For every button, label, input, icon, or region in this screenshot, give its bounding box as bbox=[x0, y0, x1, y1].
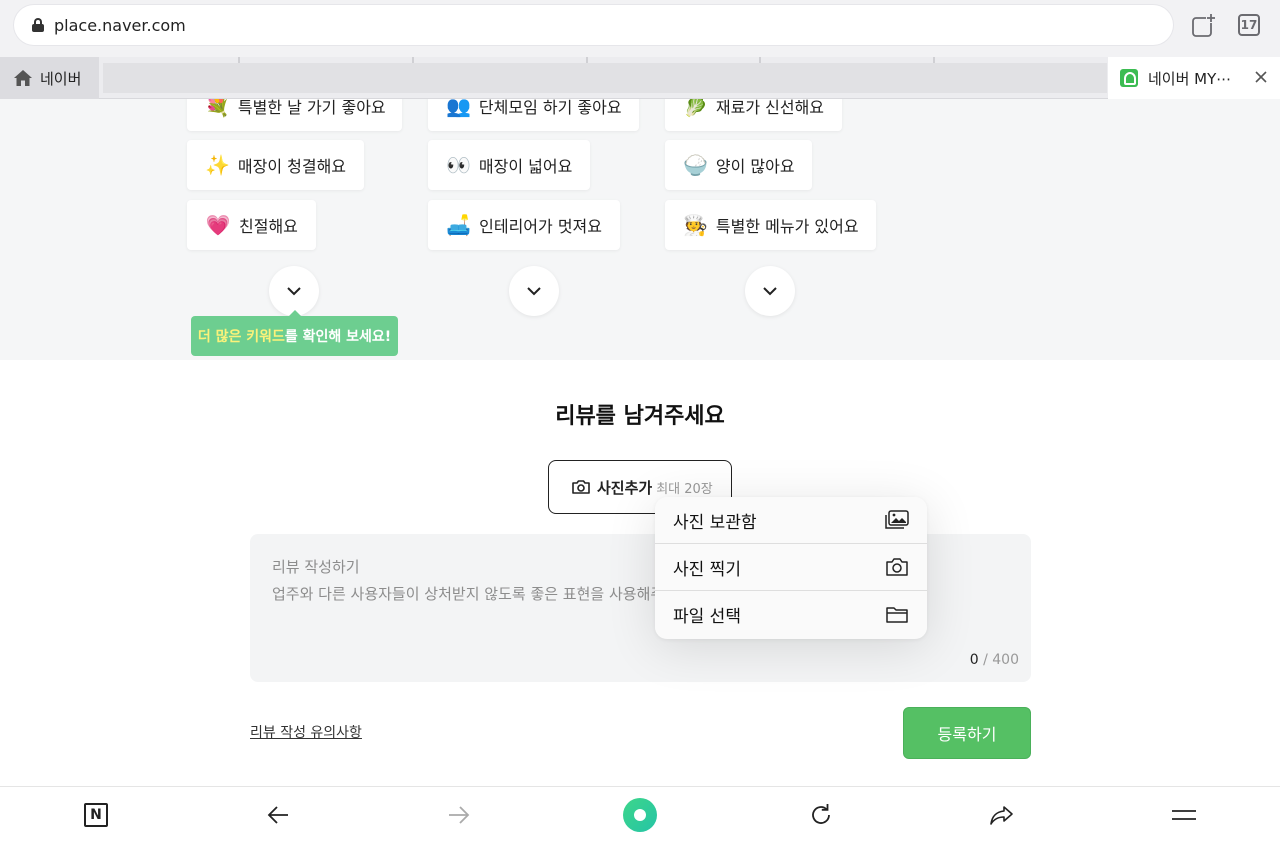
keyword-label: 재료가 신선해요 bbox=[715, 99, 825, 117]
char-max: / 400 bbox=[983, 652, 1019, 668]
keyword-chip[interactable]: 👥 단체모임 하기 좋아요 bbox=[428, 99, 639, 131]
active-tab-title: 네이버 MY⋯ bbox=[1148, 69, 1232, 88]
active-tab[interactable]: 네이버 MY⋯ bbox=[1108, 57, 1280, 99]
char-count: 0 bbox=[969, 652, 979, 668]
keyword-label: 단체모임 하기 좋아요 bbox=[478, 99, 622, 117]
more-keywords-button[interactable] bbox=[745, 266, 795, 316]
keyword-chip[interactable]: ✨ 매장이 청결해요 bbox=[187, 140, 364, 190]
address-bar: place.naver.com 17 bbox=[0, 0, 1280, 57]
hamburger-icon bbox=[1172, 810, 1196, 820]
add-photo-label: 사진추가 bbox=[597, 478, 653, 497]
back-button[interactable] bbox=[253, 787, 303, 842]
more-keywords-button[interactable] bbox=[509, 266, 559, 316]
tab-placeholder-area bbox=[103, 57, 1107, 93]
arrow-right-icon bbox=[449, 806, 470, 824]
home-tab[interactable]: 네이버 bbox=[0, 57, 99, 99]
keyword-label: 매장이 넓어요 bbox=[478, 157, 573, 176]
menu-item-label: 사진 찍기 bbox=[673, 559, 741, 580]
refresh-button[interactable] bbox=[796, 787, 846, 842]
keyword-label: 특별한 메뉴가 있어요 bbox=[715, 217, 859, 236]
keyword-section: 💐 특별한 날 가기 좋아요 ✨ 매장이 청결해요 💗 친절해요 👥 단체모임 … bbox=[0, 99, 1280, 360]
photo-source-menu: 사진 보관함 사진 찍기 파일 선택 bbox=[655, 497, 927, 639]
naver-n-icon: N bbox=[84, 803, 108, 827]
chevron-down-icon bbox=[527, 287, 541, 296]
forward-button[interactable] bbox=[434, 787, 484, 842]
heart-icon: 💗 bbox=[205, 213, 231, 237]
arrow-left-icon bbox=[267, 806, 288, 824]
tooltip-text: 를 확인해 보세요! bbox=[284, 329, 392, 345]
close-icon[interactable] bbox=[1254, 70, 1268, 84]
camera-icon bbox=[886, 558, 908, 576]
more-keywords-tooltip: 더 많은 키워드 를 확인해 보세요! bbox=[191, 310, 398, 356]
keyword-chip[interactable]: 🧑‍🍳 특별한 메뉴가 있어요 bbox=[665, 200, 876, 250]
home-icon bbox=[14, 70, 32, 86]
naver-my-favicon-icon bbox=[1120, 69, 1138, 87]
char-counter: 0 / 400 bbox=[970, 652, 1019, 668]
lock-icon bbox=[32, 18, 44, 32]
naver-home-button[interactable]: N bbox=[71, 787, 121, 842]
keyword-chip[interactable]: 🛋️ 인테리어가 멋져요 bbox=[428, 200, 620, 250]
keyword-chip[interactable]: 🍚 양이 많아요 bbox=[665, 140, 812, 190]
refresh-icon bbox=[812, 804, 830, 824]
folder-icon bbox=[886, 606, 908, 623]
keyword-chip[interactable]: 👀 매장이 넓어요 bbox=[428, 140, 590, 190]
rice-bowl-icon: 🍚 bbox=[683, 153, 708, 177]
people-icon: 👥 bbox=[446, 99, 471, 118]
couch-icon: 🛋️ bbox=[446, 213, 472, 237]
url-field[interactable]: place.naver.com bbox=[14, 5, 1173, 45]
menu-item-label: 파일 선택 bbox=[673, 607, 741, 627]
menu-button[interactable] bbox=[1159, 787, 1209, 842]
submit-review-button[interactable]: 등록하기 bbox=[903, 707, 1031, 759]
tooltip-highlight: 더 많은 키워드 bbox=[197, 329, 285, 345]
keyword-chip[interactable]: 💐 특별한 날 가기 좋아요 bbox=[187, 99, 402, 131]
home-tab-label: 네이버 bbox=[40, 69, 82, 88]
keyword-label: 특별한 날 가기 좋아요 bbox=[237, 99, 386, 117]
new-tab-icon[interactable] bbox=[1192, 13, 1216, 37]
share-arrow-icon bbox=[990, 806, 1013, 825]
tab-strip: 네이버 네이버 MY⋯ bbox=[0, 57, 1280, 99]
keyword-label: 친절해요 bbox=[239, 217, 298, 236]
menu-item-photo-library[interactable]: 사진 보관함 bbox=[655, 497, 927, 544]
eyes-icon: 👀 bbox=[446, 153, 471, 177]
keyword-chip[interactable]: 💗 친절해요 bbox=[187, 200, 316, 250]
browser-toolbar: N bbox=[0, 786, 1280, 842]
keyword-label: 인테리어가 멋져요 bbox=[479, 217, 602, 236]
menu-item-take-photo[interactable]: 사진 찍기 bbox=[655, 544, 927, 591]
photo-limit-label: 최대 20장 bbox=[656, 481, 713, 497]
keyword-chip[interactable]: 🥬 재료가 신선해요 bbox=[665, 99, 842, 131]
review-guidelines-link[interactable]: 리뷰 작성 유의사항 bbox=[250, 722, 362, 742]
chef-icon: 🧑‍🍳 bbox=[683, 213, 708, 237]
chevron-down-icon bbox=[287, 287, 301, 296]
tab-count-icon[interactable]: 17 bbox=[1238, 14, 1260, 36]
keyword-label: 양이 많아요 bbox=[715, 157, 795, 176]
chevron-down-icon bbox=[763, 287, 777, 296]
menu-item-choose-file[interactable]: 파일 선택 bbox=[655, 591, 927, 638]
camera-icon bbox=[572, 480, 590, 494]
review-title: 리뷰를 남겨주세요 bbox=[555, 404, 725, 429]
green-dot-icon bbox=[623, 798, 657, 832]
more-keywords-button[interactable] bbox=[269, 266, 319, 316]
sparkles-icon: ✨ bbox=[205, 153, 230, 177]
url-text: place.naver.com bbox=[54, 15, 186, 35]
menu-item-label: 사진 보관함 bbox=[673, 512, 757, 533]
keyword-label: 매장이 청결해요 bbox=[237, 157, 347, 176]
green-dot-button[interactable] bbox=[615, 787, 665, 842]
leafy-green-icon: 🥬 bbox=[683, 99, 708, 118]
share-button[interactable] bbox=[977, 787, 1027, 842]
bouquet-icon: 💐 bbox=[205, 99, 230, 118]
photo-library-icon bbox=[885, 510, 909, 529]
